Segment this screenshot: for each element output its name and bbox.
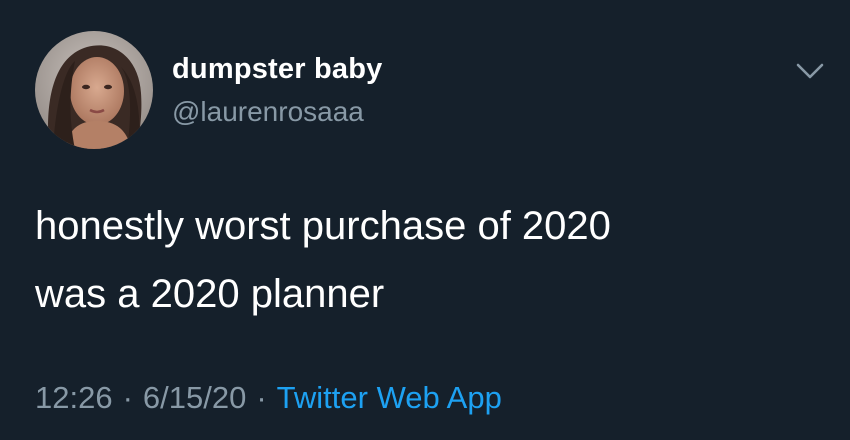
avatar[interactable] (35, 31, 153, 149)
tweet-text-line: honestly worst purchase of 2020 (35, 204, 611, 248)
tweet-text: honestly worst purchase of 2020 was a 20… (35, 192, 825, 328)
chevron-down-icon[interactable] (793, 56, 827, 86)
author-display-name[interactable]: dumpster baby (172, 53, 382, 86)
tweet-text-line: was a 2020 planner (35, 272, 385, 316)
avatar-image (35, 31, 153, 149)
tweet-time[interactable]: 12:26 (35, 380, 113, 415)
separator: · (122, 380, 133, 415)
tweet-date[interactable]: 6/15/20 (143, 380, 246, 415)
tweet: dumpster baby @laurenrosaaa honestly wor… (0, 0, 850, 440)
author-handle[interactable]: @laurenrosaaa (172, 96, 364, 128)
tweet-source-link[interactable]: Twitter Web App (277, 380, 502, 415)
separator: · (256, 380, 267, 415)
tweet-metadata: 12:26 · 6/15/20 · Twitter Web App (35, 380, 502, 416)
